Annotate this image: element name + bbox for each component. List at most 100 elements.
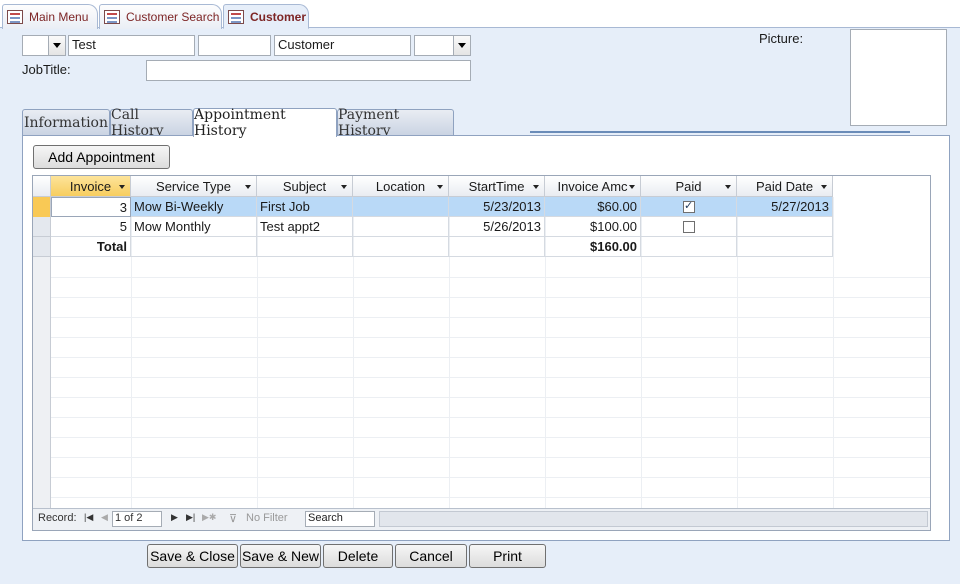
form-icon xyxy=(228,9,244,24)
first-name-field[interactable]: Test xyxy=(68,35,195,56)
tab-call-history[interactable]: Call History xyxy=(110,107,193,139)
row-selector-empty xyxy=(33,257,51,509)
tab-appointment-history[interactable]: Appointment History xyxy=(193,107,337,139)
jobtitle-field[interactable] xyxy=(146,60,471,81)
search-input[interactable]: Search xyxy=(305,511,375,527)
total-cell-empty xyxy=(737,237,833,257)
column-header-paid-date[interactable]: Paid Date xyxy=(737,176,833,197)
new-record-icon[interactable]: ▶✱ xyxy=(202,512,216,523)
last-name-field[interactable]: Customer xyxy=(274,35,411,56)
column-header-starttime[interactable]: StartTime xyxy=(449,176,545,197)
document-tab-bar: Main Menu Customer Search Customer xyxy=(0,0,960,29)
chevron-down-icon[interactable] xyxy=(453,36,470,55)
chevron-down-icon[interactable] xyxy=(48,36,65,55)
last-record-icon[interactable]: ▶| xyxy=(186,512,195,523)
chevron-down-icon[interactable] xyxy=(245,185,251,189)
total-cell-empty xyxy=(131,237,257,257)
cell-service-type[interactable]: Mow Bi-Weekly xyxy=(131,197,257,217)
total-row: Total $160.00 xyxy=(51,237,833,257)
table-row[interactable]: 3 Mow Bi-Weekly First Job 5/23/2013 $60.… xyxy=(51,197,833,217)
print-button[interactable]: Print xyxy=(469,544,546,568)
cell-subject[interactable]: Test appt2 xyxy=(257,217,353,237)
column-header-invoice[interactable]: Invoice xyxy=(51,176,131,197)
record-label: Record: xyxy=(38,512,77,524)
cell-subject[interactable]: First Job xyxy=(257,197,353,217)
next-record-icon[interactable]: ▶ xyxy=(171,512,178,523)
total-cell-empty xyxy=(449,237,545,257)
total-amount: $160.00 xyxy=(545,237,641,257)
filter-icon: ⊽ xyxy=(229,513,238,525)
chevron-down-icon[interactable] xyxy=(341,185,347,189)
save-close-button[interactable]: Save & Close xyxy=(147,544,238,568)
picture-label: Picture: xyxy=(759,31,804,46)
column-header-invoice-amount[interactable]: Invoice Amc xyxy=(545,176,641,197)
tab-information[interactable]: Information xyxy=(22,109,110,136)
picture-frame[interactable] xyxy=(850,29,947,126)
first-record-icon[interactable]: |◀ xyxy=(84,512,93,523)
cancel-button[interactable]: Cancel xyxy=(395,544,467,568)
doc-tab-customer-search[interactable]: Customer Search xyxy=(99,4,222,29)
column-header-subject[interactable]: Subject xyxy=(257,176,353,197)
cell-paid[interactable] xyxy=(641,197,737,217)
title-combo[interactable] xyxy=(22,35,66,56)
column-header-label: Paid xyxy=(675,178,702,194)
column-header-label: Invoice Amc xyxy=(557,178,628,194)
row-selector[interactable] xyxy=(33,237,51,257)
add-appointment-button[interactable]: Add Appointment xyxy=(33,145,170,169)
cell-paid[interactable] xyxy=(641,217,737,237)
grid-line xyxy=(51,497,930,498)
cell-location[interactable] xyxy=(353,197,449,217)
column-header-label: Service Type xyxy=(156,178,231,194)
column-header-location[interactable]: Location xyxy=(353,176,449,197)
record-navigation-bar: Record: |◀ ◀ 1 of 2 ▶ ▶| ▶✱ ⊽ No Filter … xyxy=(33,508,930,530)
total-cell-empty xyxy=(257,237,353,257)
previous-record-icon[interactable]: ◀ xyxy=(101,512,108,523)
grid-line xyxy=(833,197,834,508)
chevron-down-icon[interactable] xyxy=(629,185,635,189)
select-all-corner[interactable] xyxy=(33,176,51,197)
tab-payment-history[interactable]: Payment History xyxy=(337,107,454,139)
paid-checkbox-checked[interactable] xyxy=(683,199,695,213)
row-selector-current[interactable] xyxy=(33,197,51,217)
record-position-input[interactable]: 1 of 2 xyxy=(112,511,162,527)
column-header-label: Invoice xyxy=(69,178,112,194)
suffix-combo[interactable] xyxy=(414,35,471,56)
column-header-label: Subject xyxy=(282,178,327,194)
grid-line xyxy=(51,397,930,398)
table-row[interactable]: 5 Mow Monthly Test appt2 5/26/2013 $100.… xyxy=(51,217,833,237)
chevron-down-icon[interactable] xyxy=(725,185,731,189)
save-new-button[interactable]: Save & New xyxy=(240,544,321,568)
grid-line xyxy=(51,357,930,358)
jobtitle-label: JobTitle: xyxy=(22,62,71,77)
cell-amount[interactable]: $100.00 xyxy=(545,217,641,237)
cell-amount[interactable]: $60.00 xyxy=(545,197,641,217)
column-header-label: Paid Date xyxy=(755,178,814,194)
no-filter-label[interactable]: No Filter xyxy=(246,512,288,524)
form-icon xyxy=(104,10,120,24)
paid-checkbox-unchecked[interactable] xyxy=(683,221,695,233)
total-cell-empty xyxy=(641,237,737,257)
column-header-service-type[interactable]: Service Type xyxy=(131,176,257,197)
row-selector[interactable] xyxy=(33,217,51,237)
cell-location[interactable] xyxy=(353,217,449,237)
cell-paid-date[interactable] xyxy=(737,217,833,237)
tab-divider-line xyxy=(530,131,910,133)
cell-invoice[interactable]: 5 xyxy=(51,217,131,237)
chevron-down-icon[interactable] xyxy=(437,185,443,189)
chevron-down-icon[interactable] xyxy=(119,185,125,189)
cell-service-type[interactable]: Mow Monthly xyxy=(131,217,257,237)
total-label: Total xyxy=(51,237,131,257)
cell-starttime[interactable]: 5/23/2013 xyxy=(449,197,545,217)
cell-paid-date[interactable]: 5/27/2013 xyxy=(737,197,833,217)
delete-button[interactable]: Delete xyxy=(323,544,393,568)
middle-name-field[interactable] xyxy=(198,35,271,56)
doc-tab-label: Customer Search xyxy=(126,10,220,24)
cell-invoice[interactable]: 3 xyxy=(51,197,131,217)
horizontal-scrollbar[interactable] xyxy=(379,511,928,527)
cell-starttime[interactable]: 5/26/2013 xyxy=(449,217,545,237)
column-header-paid[interactable]: Paid xyxy=(641,176,737,197)
chevron-down-icon[interactable] xyxy=(821,185,827,189)
doc-tab-customer[interactable]: Customer xyxy=(223,4,309,29)
chevron-down-icon[interactable] xyxy=(533,185,539,189)
doc-tab-main-menu[interactable]: Main Menu xyxy=(2,4,98,29)
